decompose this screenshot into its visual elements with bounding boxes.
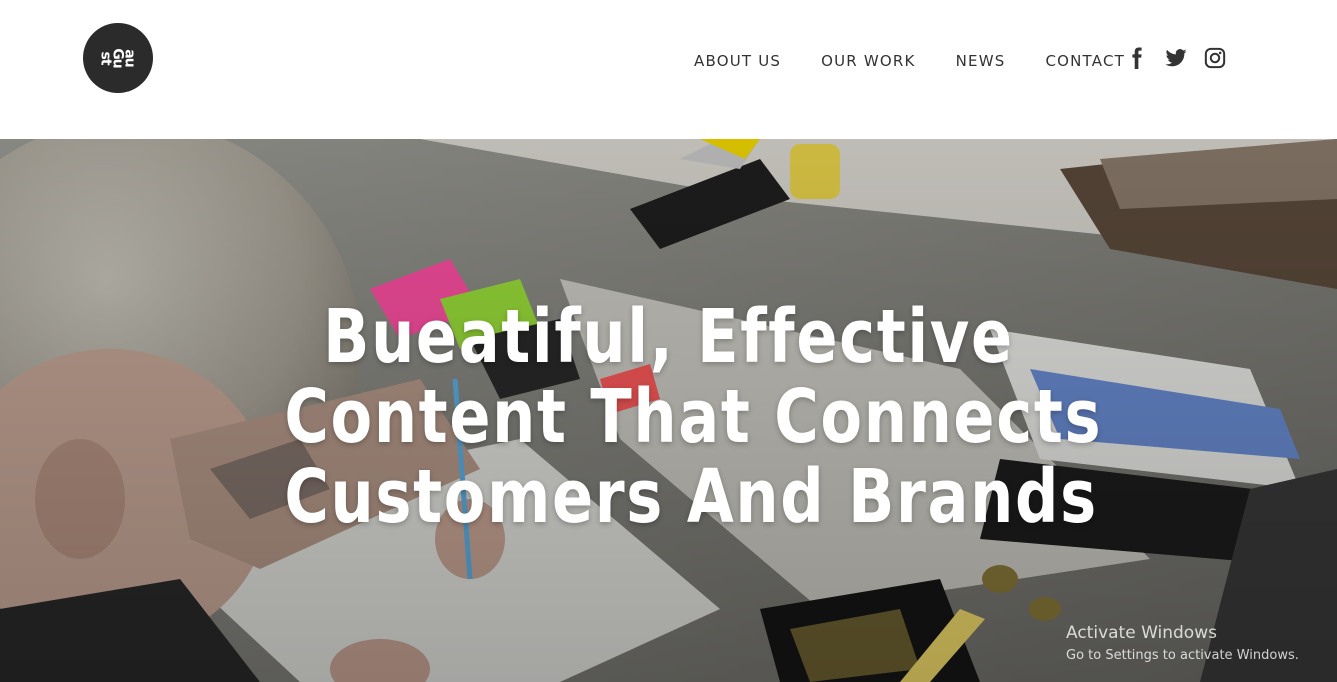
watermark-title: Activate Windows bbox=[1066, 623, 1217, 643]
social-links bbox=[1126, 45, 1226, 71]
site-header: au Gu st ABOUT US OUR WORK NEWS CONTACT bbox=[0, 0, 1337, 139]
hero-section: Bueatiful, Effective Content That Connec… bbox=[0, 139, 1337, 682]
nav-link-contact[interactable]: CONTACT bbox=[1045, 52, 1125, 70]
august-logo[interactable]: au Gu st bbox=[83, 23, 153, 93]
hero-headline: Bueatiful, Effective Content That Connec… bbox=[284, 294, 1103, 540]
logo-text: au Gu st bbox=[98, 48, 138, 68]
hero-headline-line-1: Bueatiful, Effective bbox=[323, 294, 1014, 380]
main-nav: ABOUT US OUR WORK NEWS CONTACT bbox=[694, 50, 1125, 72]
watermark-subtitle: Go to Settings to activate Windows. bbox=[1066, 648, 1299, 663]
nav-link-our-work[interactable]: OUR WORK bbox=[821, 52, 915, 70]
hero-headline-line-2: Content That Connects bbox=[284, 374, 1103, 460]
nav-link-news[interactable]: NEWS bbox=[956, 52, 1006, 70]
nav-link-about-us[interactable]: ABOUT US bbox=[694, 52, 781, 70]
windows-activation-watermark: Activate Windows Go to Settings to activ… bbox=[1066, 622, 1299, 668]
hero-headline-line-3: Customers And Brands bbox=[284, 454, 1098, 540]
facebook-icon[interactable] bbox=[1126, 47, 1148, 69]
twitter-icon[interactable] bbox=[1165, 47, 1187, 69]
instagram-icon[interactable] bbox=[1204, 47, 1226, 69]
